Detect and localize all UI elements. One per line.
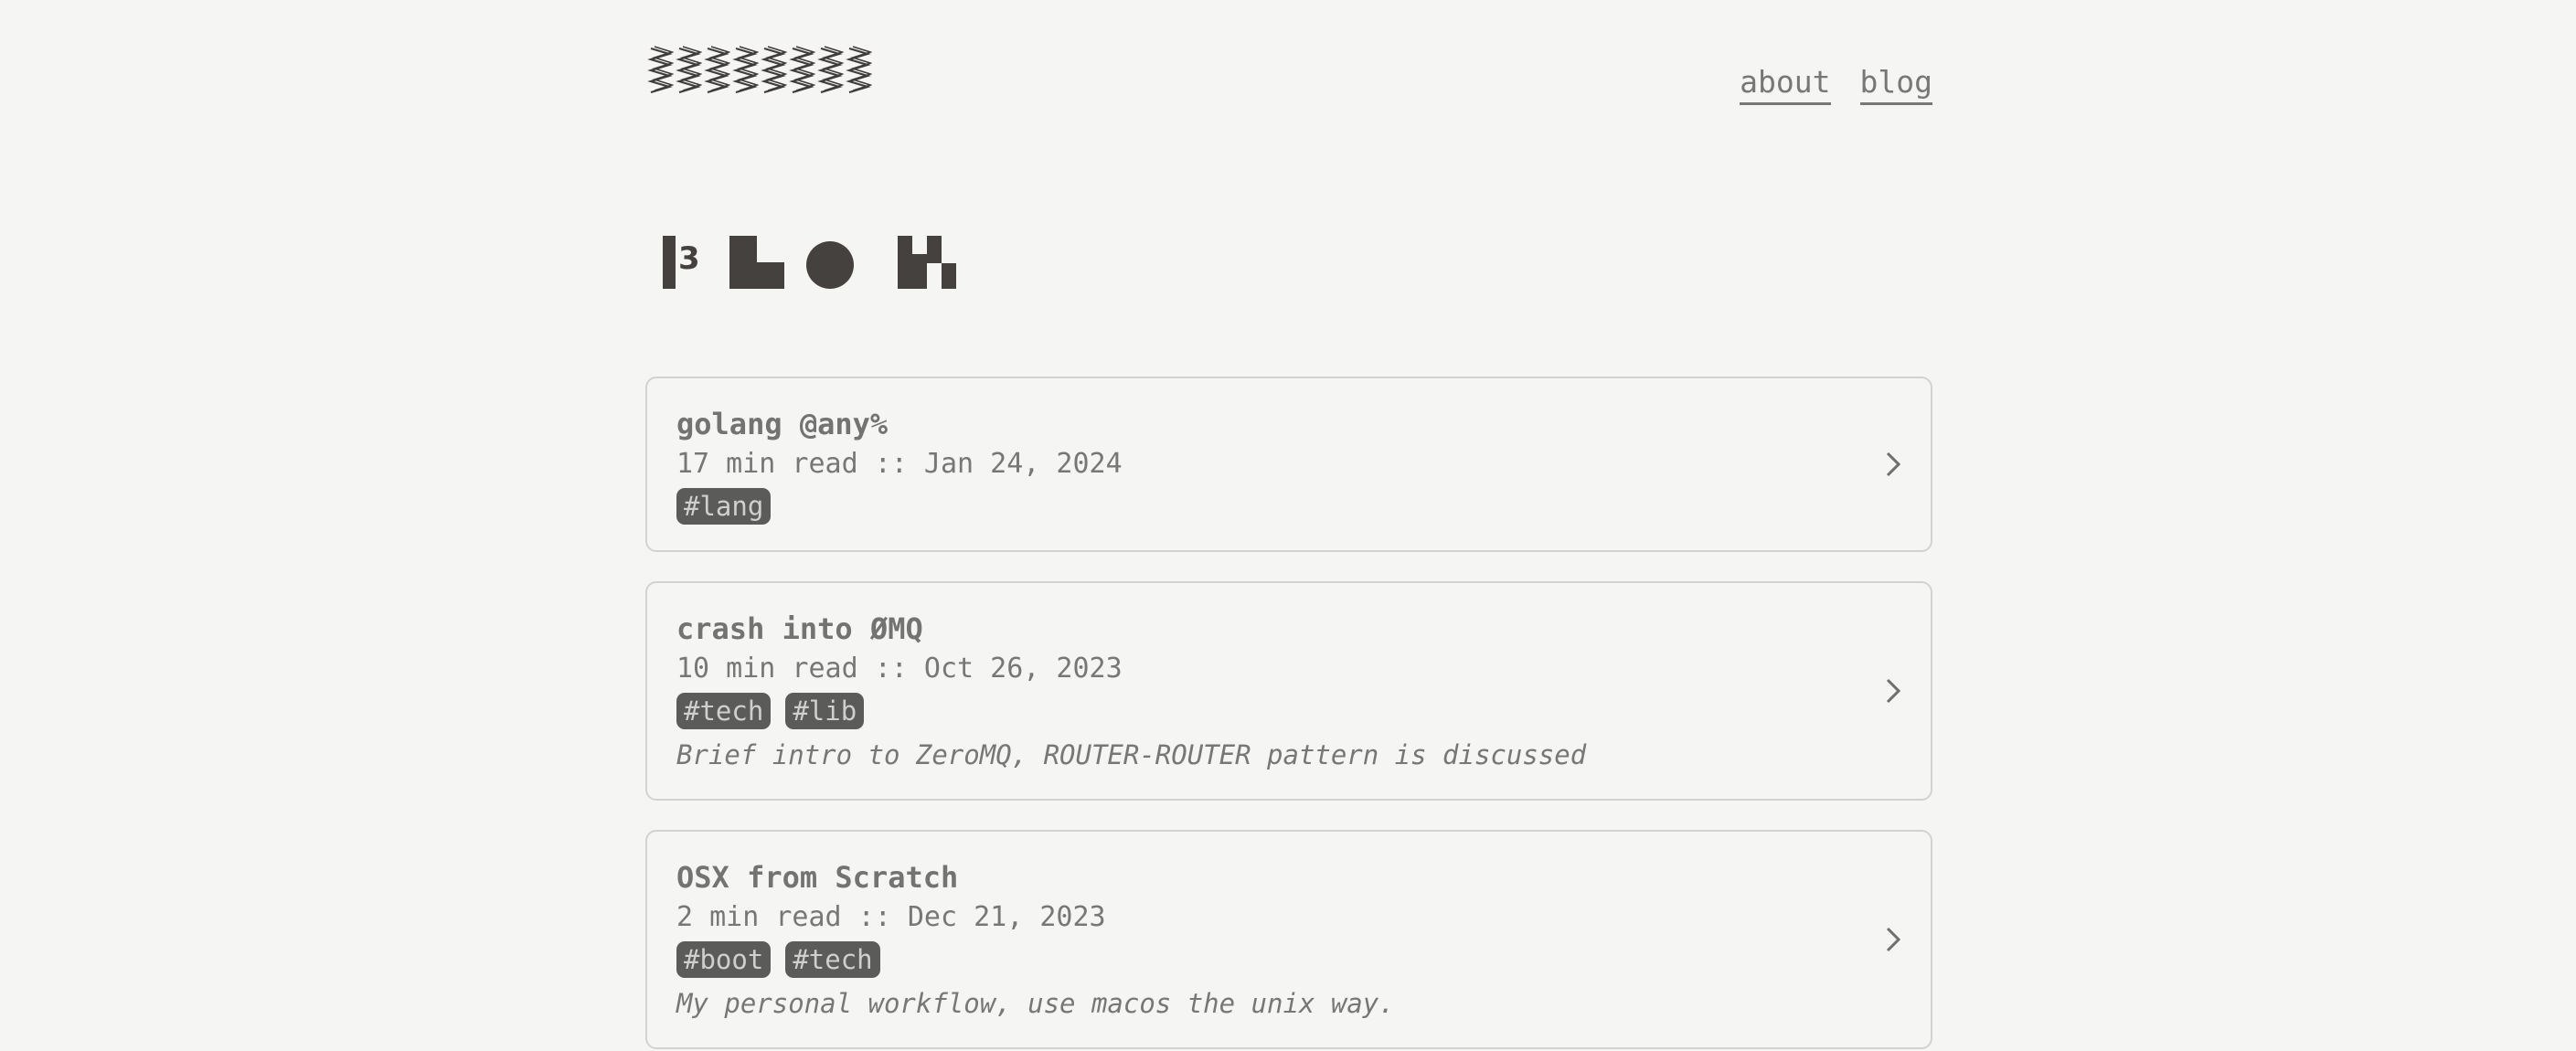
- chevron-right-icon[interactable]: [1883, 925, 1903, 954]
- glyph-g-block-2: [912, 254, 927, 289]
- post-meta: 2 min read :: Dec 21, 2023: [676, 901, 1106, 933]
- site-nav: about blog: [1740, 64, 1932, 105]
- post-tags: #boot #tech: [676, 941, 1901, 978]
- chevron-right-icon[interactable]: [1883, 450, 1903, 479]
- zigzag-logo-icon: [846, 46, 872, 93]
- glyph-l-foot: [757, 262, 784, 289]
- site-header: about blog: [645, 0, 1932, 128]
- zigzag-logo-icon: [761, 46, 787, 93]
- tag-badge[interactable]: #tech: [785, 941, 880, 978]
- post-card[interactable]: crash into ØMQ 10 min read :: Oct 26, 20…: [645, 581, 1932, 801]
- glyph-l-stem: [729, 236, 757, 289]
- glyph-b-digit: 3: [678, 240, 700, 277]
- page-title-glyphs: 3: [663, 236, 956, 289]
- post-meta: 17 min read :: Jan 24, 2024: [676, 448, 1123, 480]
- post-tags: #tech #lib: [676, 693, 1901, 729]
- glyph-g-block-1: [898, 236, 912, 289]
- zigzag-logo-icon: [704, 46, 730, 93]
- post-list: golang @any% 17 min read :: Jan 24, 2024…: [645, 377, 1932, 1051]
- main-container: about blog 3 golang @any% 17 min read ::…: [645, 0, 1932, 1049]
- glyph-g-block-3: [927, 236, 942, 263]
- glyph-o-circle: [806, 241, 854, 289]
- post-card[interactable]: OSX from Scratch 2 min read :: Dec 21, 2…: [645, 830, 1932, 1049]
- post-title[interactable]: OSX from Scratch: [676, 859, 1901, 896]
- nav-link-about[interactable]: about: [1740, 64, 1831, 105]
- tag-badge[interactable]: #boot: [676, 941, 772, 978]
- post-meta: 10 min read :: Oct 26, 2023: [676, 653, 1123, 685]
- chevron-right-icon[interactable]: [1883, 676, 1903, 706]
- post-title[interactable]: crash into ØMQ: [676, 610, 1901, 647]
- glyph-b-stem: [663, 236, 676, 289]
- post-description: My personal workflow, use macos the unix…: [676, 988, 1395, 1019]
- post-tags: #lang: [676, 488, 1901, 525]
- tag-badge[interactable]: #tech: [676, 693, 772, 729]
- tag-badge[interactable]: #lang: [676, 488, 772, 525]
- glyph-g-block-4: [942, 263, 956, 289]
- zigzag-logo-icon: [789, 46, 815, 93]
- post-description: Brief intro to ZeroMQ, ROUTER-ROUTER pat…: [676, 739, 1587, 770]
- post-card[interactable]: golang @any% 17 min read :: Jan 24, 2024…: [645, 377, 1932, 552]
- post-title[interactable]: golang @any%: [676, 406, 1901, 442]
- nav-link-blog[interactable]: blog: [1859, 64, 1932, 105]
- page: about blog 3 golang @any% 17 min read ::…: [0, 0, 2576, 1051]
- zigzag-logo-icon: [647, 46, 674, 93]
- zigzag-logo-icon: [732, 46, 759, 93]
- tag-badge[interactable]: #lib: [785, 693, 865, 729]
- zigzag-logo-icon: [817, 46, 844, 93]
- zigzag-logo-icon: [676, 46, 702, 93]
- site-logo[interactable]: [647, 46, 872, 93]
